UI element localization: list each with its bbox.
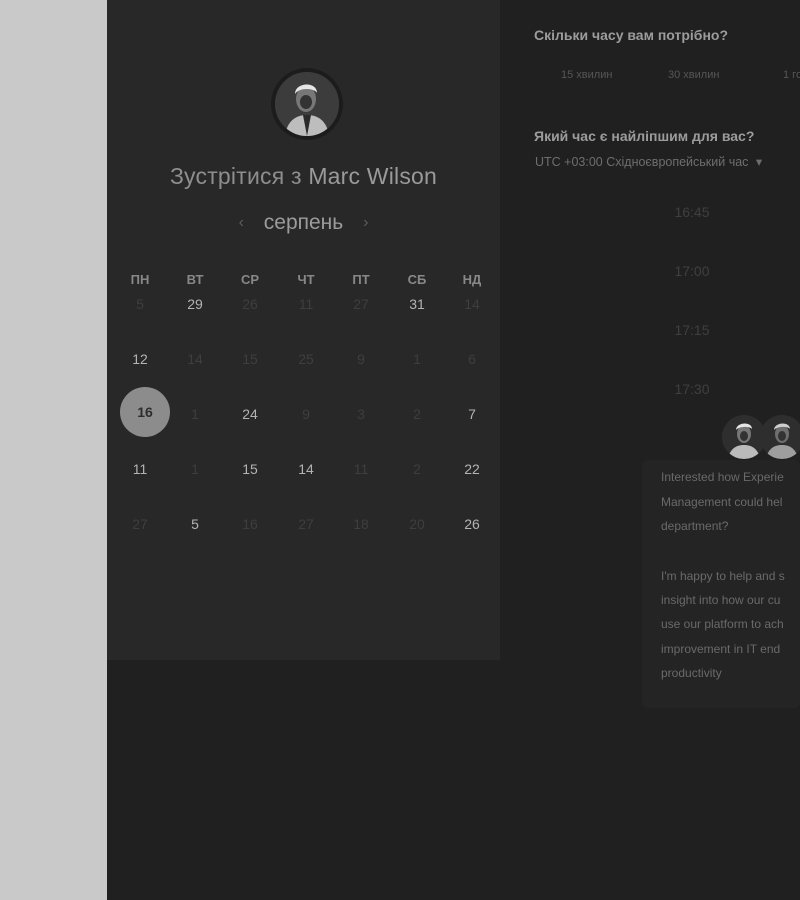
calendar-day: 6 [468, 351, 476, 367]
chat-line: Interested how Experie [661, 470, 784, 484]
host-avatar [275, 72, 339, 136]
calendar-day[interactable]: 24 [222, 402, 278, 442]
next-month-icon[interactable]: › [349, 214, 382, 232]
person-icon [760, 415, 800, 459]
host-name: Marc Wilson [308, 163, 438, 189]
calendar-day: 3 [357, 406, 365, 422]
calendar-day: 11 [353, 461, 369, 477]
duration-option[interactable]: 30 хвилин [668, 69, 719, 81]
calendar-day: 14 [464, 296, 480, 312]
calendar-day: 2 [413, 461, 421, 477]
time-slot[interactable]: 17:15 [652, 322, 732, 338]
calendar-day: 18 [353, 516, 369, 532]
chat-line: use our platform to ach [661, 617, 784, 631]
calendar-day[interactable]: 7 [444, 402, 500, 442]
calendar-day: 27 [353, 296, 369, 312]
time-slot[interactable]: 17:00 [652, 263, 732, 279]
timezone-select[interactable]: UTC +03:00 Східноєвропейський час ▾ [535, 154, 762, 169]
duration-option[interactable]: 15 хвилин [561, 69, 612, 81]
calendar-day: 1 [413, 351, 421, 367]
month-label: серпень [263, 211, 344, 234]
time-question: Який час є найліпшим для вас? [534, 128, 755, 144]
duration-option[interactable]: 1 го [783, 69, 800, 81]
chat-line: productivity [661, 666, 722, 680]
chat-line: Management could hel [661, 495, 783, 509]
prev-month-icon[interactable]: ‹ [225, 214, 258, 232]
meeting-title: Зустрітися з Marc Wilson [107, 163, 500, 190]
chat-line: department? [661, 519, 729, 533]
calendar-day-selected[interactable]: 16 [112, 387, 170, 442]
calendar-day[interactable]: 22 [444, 457, 500, 497]
host-avatar-frame [271, 68, 343, 140]
calendar-day[interactable]: 29 [167, 292, 223, 332]
calendar-week: 5 29 26 11 27 31 14 [112, 292, 500, 332]
timezone-label: UTC +03:00 Східноєвропейський час [535, 155, 749, 169]
calendar-day: 1 [191, 406, 199, 422]
calendar-day: 5 [136, 296, 144, 312]
calendar-day[interactable]: 31 [389, 292, 445, 332]
calendar-day[interactable]: 14 [278, 457, 334, 497]
calendar-week: 16 1 24 9 3 2 7 [112, 387, 500, 442]
time-slot[interactable]: 17:30 [652, 381, 732, 397]
person-icon [275, 72, 339, 136]
chat-line: improvement in IT end [661, 642, 781, 656]
calendar-day[interactable]: 12 [112, 347, 168, 387]
calendar-day: 9 [357, 351, 365, 367]
calendar-day: 27 [132, 516, 148, 532]
selected-day-highlight[interactable]: 16 [120, 387, 170, 437]
calendar-day: 2 [413, 406, 421, 422]
calendar-day: 16 [242, 516, 258, 532]
month-navigation: ‹ серпень › [107, 211, 500, 235]
calendar-day: 20 [409, 516, 425, 532]
title-prefix: Зустрітися з [169, 163, 302, 189]
chat-line: I'm happy to help and s [661, 569, 785, 583]
calendar-day: 26 [242, 296, 258, 312]
calendar-day: 11 [298, 296, 314, 312]
scheduler-page: Зустрітися з Marc Wilson ‹ серпень › ПН … [107, 0, 800, 900]
agent-avatar-second [760, 415, 800, 459]
calendar-day: 27 [298, 516, 314, 532]
calendar-day: 9 [302, 406, 310, 422]
chat-line: insight into how our cu [661, 593, 781, 607]
duration-question: Скільки часу вам потрібно? [534, 27, 729, 43]
time-slot[interactable]: 16:45 [652, 204, 732, 220]
calendar-day[interactable]: 15 [222, 457, 278, 497]
calendar-week: 12 14 15 25 9 1 6 [112, 347, 500, 387]
calendar-panel: Зустрітися з Marc Wilson ‹ серпень › ПН … [107, 0, 500, 660]
chevron-down-icon: ▾ [755, 155, 763, 169]
calendar-day[interactable]: 5 [167, 512, 223, 552]
day-number: 16 [137, 404, 153, 420]
calendar-day: 25 [298, 351, 314, 367]
calendar-day: 15 [242, 351, 258, 367]
calendar-day: 14 [187, 351, 203, 367]
calendar-day[interactable]: 26 [444, 512, 500, 552]
calendar-day[interactable]: 11 [112, 457, 168, 497]
calendar-week: 11 1 15 14 11 2 22 [112, 457, 500, 497]
calendar-day: 1 [191, 461, 199, 477]
calendar-week: 27 5 16 27 18 20 26 [112, 512, 500, 552]
